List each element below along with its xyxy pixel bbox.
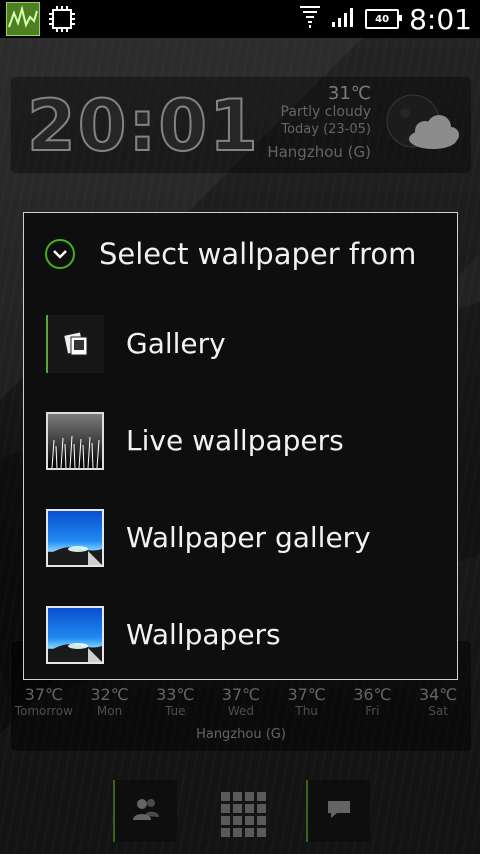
live-wallpapers-icon	[46, 411, 104, 470]
option-wallpaper-gallery[interactable]: Wallpaper gallery	[24, 489, 457, 586]
battery-level: 40	[375, 13, 390, 25]
wallpaper-gallery-icon	[46, 508, 104, 567]
chip-icon	[48, 5, 76, 33]
option-wallpapers[interactable]: Wallpapers	[24, 586, 457, 683]
dialog-header: Select wallpaper from	[24, 213, 457, 295]
option-live-wallpapers[interactable]: Live wallpapers	[24, 392, 457, 489]
status-bar: 40 8:01	[0, 0, 480, 38]
signal-icon	[331, 6, 355, 32]
wallpapers-icon	[46, 605, 104, 664]
option-label: Wallpaper gallery	[126, 521, 371, 554]
option-gallery[interactable]: Gallery	[24, 295, 457, 392]
wifi-icon	[299, 4, 321, 34]
dialog-title: Select wallpaper from	[99, 237, 417, 271]
select-wallpaper-dialog: Select wallpaper from Gallery Live wallp…	[23, 212, 458, 680]
chevron-down-circle-icon	[45, 239, 75, 269]
option-label: Wallpapers	[126, 618, 281, 651]
status-time: 8:01	[409, 2, 472, 36]
activity-chart-icon	[6, 2, 40, 36]
option-label: Gallery	[126, 327, 226, 360]
gallery-icon	[46, 314, 104, 373]
battery-icon: 40	[365, 9, 403, 29]
option-label: Live wallpapers	[126, 424, 344, 457]
